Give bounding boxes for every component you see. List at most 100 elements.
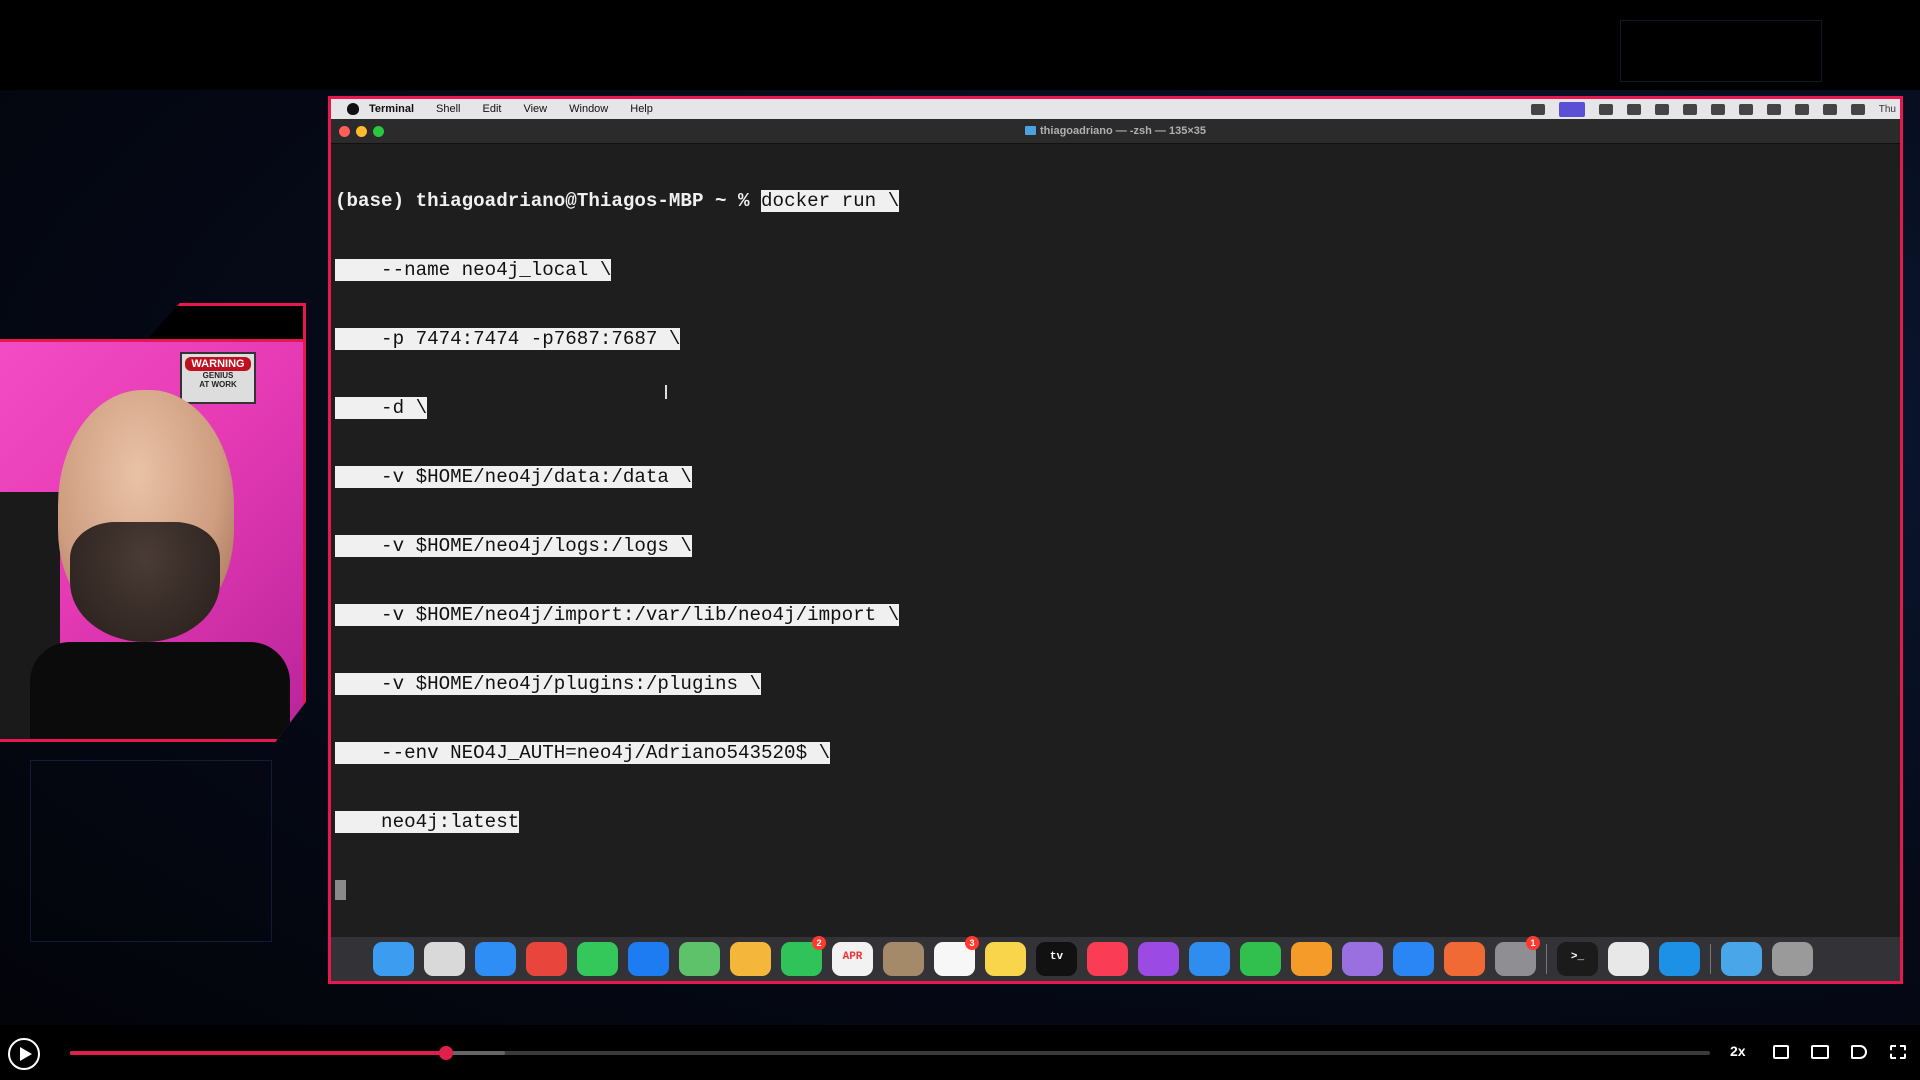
terminal-line: -p 7474:7474 -p7687:7687 \ — [335, 328, 899, 351]
notification-badge: 2 — [812, 936, 826, 950]
terminal-line: (base) thiagoadriano@Thiagos-MBP ~ % doc… — [335, 190, 900, 213]
battery-icon[interactable] — [1766, 103, 1781, 115]
macos-dock: 2 APR 3 tv 1 >_ — [331, 936, 1900, 981]
camera-icon[interactable] — [1530, 103, 1545, 115]
menu-terminal[interactable]: Terminal — [369, 103, 414, 115]
fork-icon[interactable] — [1626, 103, 1641, 115]
wifi-icon[interactable] — [1794, 103, 1809, 115]
dock-pages-icon[interactable] — [1291, 942, 1332, 976]
network-icon[interactable] — [1654, 103, 1669, 115]
dock-music-icon[interactable] — [1087, 942, 1128, 976]
menu-help[interactable]: Help — [630, 103, 653, 115]
dock-separator — [1546, 944, 1547, 974]
progress-track[interactable] — [70, 1046, 1710, 1060]
terminal-line: -v $HOME/neo4j/import:/var/lib/neo4j/imp… — [335, 604, 900, 627]
menu-window[interactable]: Window — [569, 103, 608, 115]
video-player-controls: 2x — [0, 1025, 1920, 1080]
terminal-cursor — [335, 880, 346, 900]
command-line: -p 7474:7474 -p7687:7687 \ — [335, 328, 681, 350]
volume-icon[interactable] — [1851, 1045, 1867, 1059]
circuit-decoration — [1620, 20, 1822, 82]
captions-icon[interactable] — [1773, 1045, 1789, 1059]
play-icon[interactable] — [1738, 103, 1753, 115]
menu-edit[interactable]: Edit — [483, 103, 502, 115]
playback-speed-button[interactable]: 2x — [1730, 1043, 1746, 1059]
dock-mail-icon[interactable] — [628, 942, 669, 976]
command-line: -v $HOME/neo4j/logs:/logs \ — [335, 535, 692, 557]
status-tray: Thu — [1530, 99, 1896, 119]
menu-view[interactable]: View — [523, 103, 547, 115]
audio-icon[interactable] — [1598, 103, 1613, 115]
dock-podcasts-icon[interactable] — [1138, 942, 1179, 976]
terminal-line: neo4j:latest — [335, 811, 899, 834]
dock-app-store-icon[interactable] — [1393, 942, 1434, 976]
command-line: -d \ — [335, 397, 428, 419]
dock-folder-icon[interactable] — [1721, 942, 1762, 976]
terminal-titlebar: thiagoadriano — -zsh — 135×35 — [331, 119, 1900, 144]
dock-trash-icon[interactable] — [1772, 942, 1813, 976]
dock-icon-label: >_ — [1570, 951, 1585, 963]
warning-poster: WARNING GENIUS AT WORK — [180, 352, 256, 404]
dock-pencil-icon[interactable] — [1444, 942, 1485, 976]
poster-line-1: GENIUS — [202, 371, 234, 380]
play-icon — [20, 1047, 32, 1061]
command-line: -v $HOME/neo4j/data:/data \ — [335, 466, 692, 488]
terminal-line: --env NEO4J_AUTH=neo4j/Adriano543520$ \ — [335, 742, 899, 765]
dock-docker-icon[interactable] — [1659, 942, 1700, 976]
terminal-line: --name neo4j_local \ — [335, 259, 899, 282]
dock-reminders-icon[interactable]: 3 — [934, 936, 979, 976]
dock-photos-icon[interactable] — [730, 942, 771, 976]
command-line: neo4j:latest — [335, 811, 520, 833]
dock-separator — [1710, 944, 1711, 974]
dock-feather-icon[interactable] — [1342, 942, 1383, 976]
dock-notes-icon[interactable] — [985, 942, 1026, 976]
dock-apple-tv-icon[interactable]: tv — [1036, 942, 1077, 976]
dock-contacts-icon[interactable] — [883, 942, 924, 976]
dock-messages-icon[interactable] — [577, 942, 618, 976]
dock-calendar-icon[interactable]: APR — [832, 942, 873, 976]
menubar-clock[interactable]: Thu — [1879, 104, 1896, 115]
command-line: docker run \ — [761, 190, 900, 212]
scrubber-handle[interactable] — [438, 1046, 453, 1060]
dock-facetime-icon[interactable]: 2 — [781, 936, 826, 976]
command-line: --name neo4j_local \ — [335, 259, 612, 281]
dock-keynote-icon[interactable] — [1189, 942, 1230, 976]
menu-shell[interactable]: Shell — [436, 103, 460, 115]
terminal-line: -v $HOME/neo4j/plugins:/plugins \ — [335, 673, 899, 696]
webcam-frame-tab — [144, 303, 306, 343]
screen-capture: Terminal Shell Edit View Window Help Thu… — [328, 96, 1903, 984]
circuit-decoration — [30, 760, 272, 942]
dock-icon-label: tv — [1049, 951, 1064, 963]
terminal-line: -v $HOME/neo4j/data:/data \ — [335, 466, 899, 489]
dock-numbers-icon[interactable] — [1240, 942, 1281, 976]
command-line: -v $HOME/neo4j/plugins:/plugins \ — [335, 673, 762, 695]
dock-maps-icon[interactable] — [679, 942, 720, 976]
screen-share-icon[interactable] — [1558, 101, 1585, 117]
notification-badge: 3 — [965, 936, 979, 950]
window-title: thiagoadriano — -zsh — 135×35 — [331, 119, 1900, 143]
dock-system-settings-icon[interactable]: 1 — [1495, 936, 1540, 976]
dock-terminal-icon[interactable]: >_ — [1557, 942, 1598, 976]
dock-launchpad-icon[interactable] — [424, 942, 465, 976]
macos-menubar: Terminal Shell Edit View Window Help Thu — [331, 99, 1900, 119]
play-button[interactable] — [8, 1038, 40, 1070]
keyboard-icon[interactable] — [1710, 103, 1725, 115]
dock-finder-icon[interactable] — [373, 942, 414, 976]
control-center-icon[interactable] — [1850, 103, 1865, 115]
picture-in-picture-icon[interactable] — [1811, 1045, 1829, 1059]
fullscreen-exit-icon[interactable] — [1890, 1045, 1906, 1059]
progress-fill — [70, 1051, 446, 1055]
search-icon[interactable] — [1822, 103, 1837, 115]
ibeam-cursor-icon — [665, 385, 671, 399]
terminal-line — [335, 880, 899, 903]
presenter-beard — [70, 522, 220, 642]
capture-icon[interactable] — [1682, 103, 1697, 115]
terminal-line: -d \ — [335, 397, 899, 420]
dock-chrome-icon[interactable] — [526, 942, 567, 976]
terminal-output[interactable]: (base) thiagoadriano@Thiagos-MBP ~ % doc… — [335, 144, 900, 949]
shell-prompt: (base) thiagoadriano@Thiagos-MBP ~ % — [335, 190, 762, 212]
apple-icon[interactable] — [347, 103, 359, 115]
terminal-line: -v $HOME/neo4j/logs:/logs \ — [335, 535, 899, 558]
dock-preview-icon[interactable] — [1608, 942, 1649, 976]
dock-safari-icon[interactable] — [475, 942, 516, 976]
